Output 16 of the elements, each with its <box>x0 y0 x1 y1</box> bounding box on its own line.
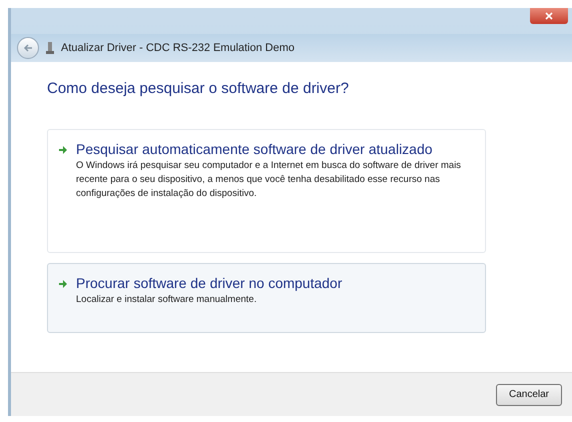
close-button[interactable] <box>530 8 568 24</box>
window-title: Atualizar Driver - CDC RS-232 Emulation Demo <box>61 40 295 56</box>
cancel-button[interactable]: Cancelar <box>496 384 562 406</box>
arrow-icon <box>58 278 68 288</box>
option-link[interactable]: Procurar software de driver no computador Localizar e instalar software manualmente. <box>47 262 486 332</box>
option-description: O Windows irá pesquisar seu computador e a Internet em busca do software de driver mais recente para o seu dispositivo, a menos que você tenha desabilitado esse recurso nas configurações de instalação do dispositivo. <box>76 158 462 200</box>
arrow-icon <box>58 144 68 154</box>
close-icon <box>545 12 553 20</box>
back-button[interactable] <box>17 37 39 59</box>
device-icon <box>45 41 55 55</box>
option-title: Procurar software de driver no computador <box>76 274 342 292</box>
back-arrow-icon <box>23 43 33 53</box>
dialog-heading: Como deseja pesquisar o software de driver? <box>47 79 350 99</box>
option-description: Localizar e instalar software manualmente. <box>76 292 258 306</box>
option-link[interactable] <box>47 128 486 252</box>
option-title: Pesquisar automaticamente software de driver atualizado <box>76 140 434 158</box>
